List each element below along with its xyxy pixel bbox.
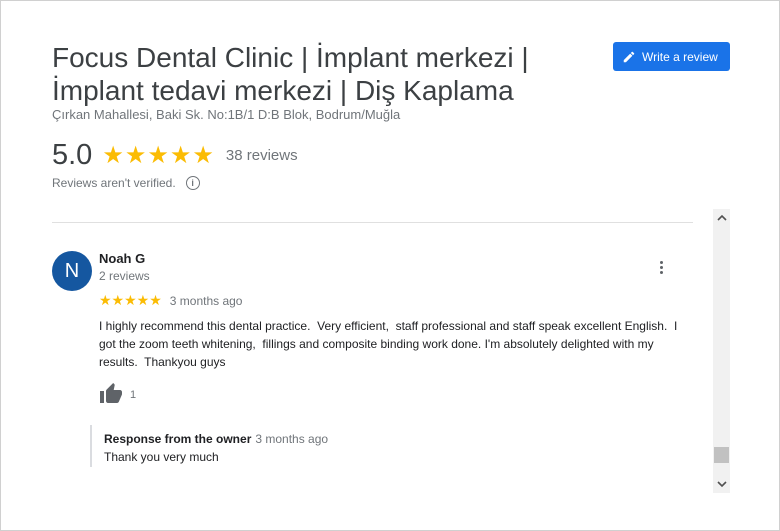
reviewer-name[interactable]: Noah G [99, 251, 145, 266]
avatar[interactable]: N [52, 251, 92, 291]
review-time: 3 months ago [169, 293, 243, 308]
chevron-up-icon[interactable] [713, 209, 730, 226]
owner-response-text: Thank you very much [104, 450, 219, 464]
average-rating: 5.0 [52, 139, 93, 171]
rating-summary: 5.0 ★★★★★ 38 reviews [52, 139, 298, 172]
reviewer-review-count: 2 reviews [99, 269, 150, 283]
pencil-icon [623, 51, 635, 62]
review-count[interactable]: 38 reviews [226, 147, 298, 164]
scrollbar[interactable] [713, 209, 730, 493]
place-address: Çırkan Mahallesi, Baki Sk. No:1B/1 D:B B… [52, 107, 401, 122]
thumbs-up-icon[interactable] [99, 382, 123, 404]
review-rating: ★★★★★ 3 months ago [99, 292, 242, 309]
divider [52, 222, 693, 223]
scroll-thumb[interactable] [714, 447, 729, 463]
verification-note-text: Reviews aren't verified. [52, 176, 176, 190]
like-count: 1 [130, 389, 137, 401]
chevron-down-icon[interactable] [713, 476, 730, 493]
info-icon[interactable]: i [185, 176, 200, 190]
rating-stars: ★★★★★ [102, 142, 215, 169]
write-review-button[interactable]: Write a review [613, 42, 730, 71]
verification-note: Reviews aren't verified. i [52, 176, 200, 190]
more-vertical-icon[interactable] [651, 257, 671, 277]
owner-response: Response from the owner 3 months ago Than… [90, 425, 680, 467]
place-title: Focus Dental Clinic | İmplant merkezi | … [52, 42, 529, 106]
review-dialog: Focus Dental Clinic | İmplant merkezi | … [0, 0, 780, 531]
owner-response-label: Response from the owner [104, 432, 252, 446]
review-stars: ★★★★★ [99, 292, 162, 308]
owner-response-time: 3 months ago [255, 432, 329, 446]
write-review-label: Write a review [642, 49, 718, 64]
review-text: I highly recommend this dental practice.… [99, 319, 681, 369]
like-control[interactable]: 1 [99, 382, 136, 404]
